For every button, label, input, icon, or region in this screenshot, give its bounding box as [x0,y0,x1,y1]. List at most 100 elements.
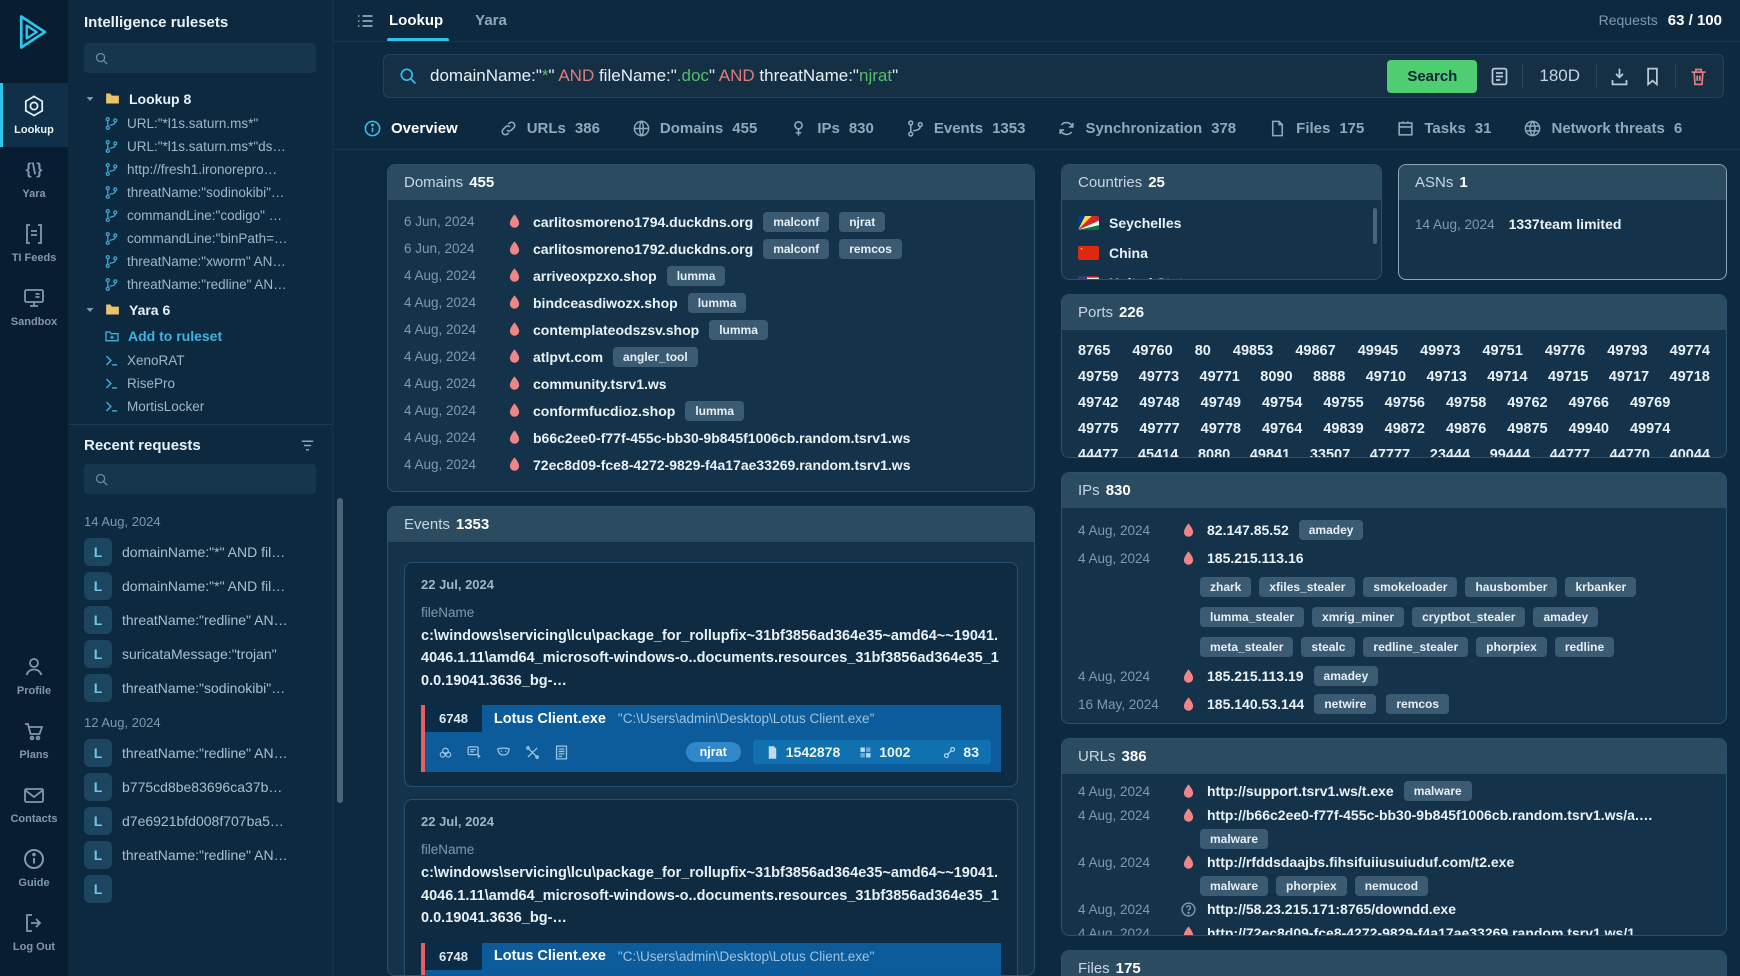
threat-tag[interactable]: njrat [686,742,741,762]
port-value[interactable]: 8080 [1198,447,1230,457]
port-value[interactable]: 49775 [1078,421,1118,437]
ruleset-item[interactable]: threatName:"sodinokibi"… [84,181,322,204]
recent-search[interactable] [84,464,316,494]
port-value[interactable]: 49769 [1630,395,1670,411]
port-value[interactable]: 49714 [1487,369,1527,385]
tag-chip[interactable]: phorpiex [1276,876,1347,896]
yara-rule-item[interactable]: MortisLocker [84,395,322,418]
port-value[interactable]: 49755 [1323,395,1363,411]
ruleset-item[interactable]: URL:"*l1s.saturn.ms*" [84,112,322,135]
bookmark-icon[interactable] [1642,66,1663,87]
tag-chip[interactable]: angler_tool [613,347,698,367]
tag-chip[interactable]: remcos [839,239,902,259]
port-value[interactable]: 49876 [1446,421,1486,437]
rulesets-search-input[interactable] [117,50,306,66]
tag-chip[interactable]: phorpiex [1476,637,1547,657]
sidebar-item-yara[interactable]: {\} Yara [0,147,68,211]
sidebar-item-profile[interactable]: Profile [0,644,68,708]
port-value[interactable]: 23444 [1430,447,1470,457]
query-input[interactable]: domainName:"*" AND fileName:".doc" AND t… [430,66,1375,86]
tag-chip[interactable]: amadey [1299,520,1364,540]
tag-chip[interactable]: nemucod [1355,876,1428,896]
port-value[interactable]: 49776 [1545,343,1585,359]
sidebar-item-sandbox[interactable]: Sandbox [0,275,68,339]
country-row[interactable]: United States [1078,268,1365,279]
tag-chip[interactable]: stealc [1301,637,1355,657]
url-value[interactable]: http://58.23.215.171:8765/downdd.exe [1207,901,1456,917]
port-value[interactable]: 49760 [1132,343,1172,359]
event-item[interactable]: 22 Jul, 2024 fileName c:\windows\servici… [404,799,1018,975]
port-value[interactable]: 49774 [1670,343,1710,359]
country-row[interactable]: Seychelles [1078,208,1365,238]
recent-request-item[interactable]: LthreatName:"sodinokibi"… [68,671,332,705]
tab-files[interactable]: Files175 [1268,119,1364,138]
domain-value[interactable]: contemplateodszsv.shop [533,322,699,338]
event-item[interactable]: 22 Jul, 2024 fileName c:\windows\servici… [404,562,1018,787]
port-value[interactable]: 8765 [1078,343,1110,359]
port-value[interactable]: 40044 [1670,447,1710,457]
ruleset-item[interactable]: threatName:"xworm" AN… [84,250,322,273]
files-count[interactable]: 1542878 [765,744,841,760]
port-value[interactable]: 49778 [1201,421,1241,437]
tag-chip[interactable]: malconf [763,239,829,259]
port-value[interactable]: 49766 [1569,395,1609,411]
tag-chip[interactable]: cryptbot_stealer [1412,607,1525,627]
tag-chip[interactable]: zhark [1200,577,1251,597]
port-value[interactable]: 49773 [1139,369,1179,385]
tag-chip[interactable]: redline_stealer [1363,637,1468,657]
malware-mask-icon[interactable] [495,744,512,761]
asn-row[interactable]: 14 Aug, 2024 1337team limited [1415,208,1710,232]
recent-search-input[interactable] [117,471,306,487]
tag-chip[interactable]: lumma_stealer [1200,607,1304,627]
port-value[interactable]: 49771 [1200,369,1240,385]
port-value[interactable]: 49875 [1507,421,1547,437]
tag-chip[interactable]: njrat [839,212,885,232]
process-row[interactable]: 6748 Lotus Client.exe "C:\Users\admin\De… [421,705,1001,772]
biohazard-icon[interactable] [437,744,454,761]
domain-value[interactable]: carlitosmoreno1794.duckdns.org [533,214,753,230]
query-template-icon[interactable] [1489,66,1510,87]
ip-value[interactable]: 82.147.85.52 [1207,522,1289,538]
port-value[interactable]: 49853 [1233,343,1273,359]
sidebar-item-lookup[interactable]: Lookup [0,83,68,147]
port-value[interactable]: 49867 [1295,343,1335,359]
tab-tasks[interactable]: Tasks31 [1396,119,1491,138]
country-row[interactable]: China [1078,238,1365,268]
url-value[interactable]: http://rfddsdaajbs.fihsifuiiusuiuduf.com… [1207,854,1514,870]
tab-overview[interactable]: Overview [363,119,467,138]
ruleset-item[interactable]: commandLine:"codigo" … [84,204,322,227]
ip-value[interactable]: 185.140.53.144 [1207,696,1304,712]
tools-icon[interactable] [524,744,541,761]
port-value[interactable]: 49715 [1548,369,1588,385]
tag-chip[interactable]: xfiles_stealer [1259,577,1355,597]
port-value[interactable]: 49872 [1385,421,1425,437]
url-value[interactable]: http://b66c2ee0-f77f-455c-bb30-9b845f100… [1207,807,1653,823]
report-icon[interactable] [553,744,570,761]
scrollbar[interactable] [1373,208,1377,244]
recent-request-item[interactable]: Ld7e6921bfd008f707ba5… [68,804,332,838]
port-value[interactable]: 8090 [1260,369,1292,385]
port-value[interactable]: 49756 [1385,395,1425,411]
port-value[interactable]: 49749 [1201,395,1241,411]
tag-chip[interactable]: hausbomber [1465,577,1557,597]
tag-chip[interactable]: malware [1200,829,1268,849]
ruleset-item[interactable]: http://fresh1.ironorepro… [84,158,322,181]
tab-events[interactable]: Events1353 [906,119,1026,138]
links-count[interactable]: 83 [942,744,979,760]
tab-lookup[interactable]: Lookup [389,0,443,41]
recent-request-item[interactable]: LthreatName:"redline" AN… [68,603,332,637]
tag-chip[interactable]: redline [1555,637,1614,657]
port-value[interactable]: 49748 [1139,395,1179,411]
domain-value[interactable]: bindceasdiwozx.shop [533,295,678,311]
tag-chip[interactable]: lumma [688,293,747,313]
ip-value[interactable]: 185.215.113.19 [1207,668,1304,684]
port-value[interactable]: 99444 [1490,447,1530,457]
period-selector[interactable]: 180D [1535,66,1584,86]
tag-chip[interactable]: amadey [1314,666,1379,686]
folder-lookup[interactable]: Lookup 8 [84,85,322,112]
port-value[interactable]: 49945 [1358,343,1398,359]
tag-chip[interactable]: malconf [763,212,829,232]
tab-network-threats[interactable]: Network threats6 [1523,119,1682,138]
port-value[interactable]: 49793 [1607,343,1647,359]
port-value[interactable]: 49754 [1262,395,1302,411]
